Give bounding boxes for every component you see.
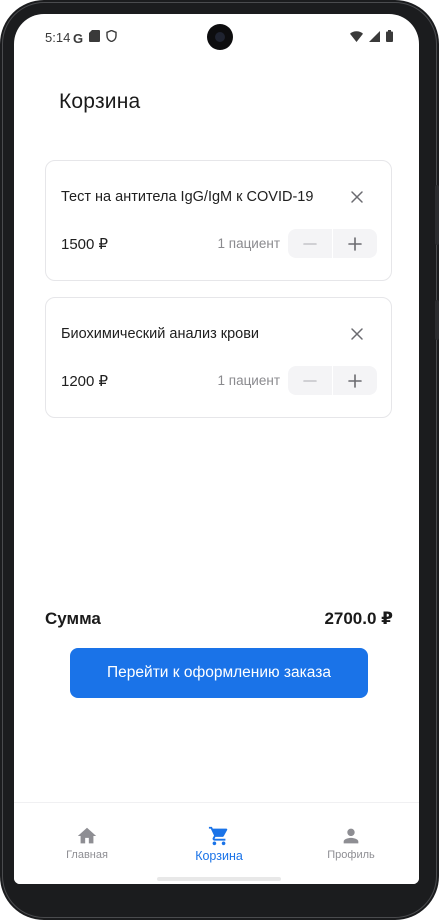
sum-value: 2700.0 ₽ — [324, 609, 393, 628]
cart-item-price: 1500 ₽ — [61, 236, 109, 253]
plus-icon — [348, 236, 362, 251]
quantity-stepper — [288, 229, 377, 258]
minus-icon — [303, 242, 317, 245]
nav-label-home: Главная — [66, 849, 108, 861]
status-notification-icons: G — [73, 29, 117, 47]
battery-icon — [386, 29, 393, 47]
profile-icon — [343, 828, 359, 844]
bottom-nav: Главная Корзина Профиль — [14, 802, 419, 884]
increase-button[interactable] — [333, 366, 377, 395]
nav-item-cart[interactable]: Корзина — [159, 803, 279, 873]
front-camera — [207, 24, 233, 50]
sum-label: Сумма — [45, 609, 101, 628]
cart-item: Биохимический анализ крови 1200 ₽ 1 паци… — [45, 297, 392, 418]
decrease-button[interactable] — [288, 229, 332, 258]
nav-item-home[interactable]: Главная — [27, 803, 147, 873]
shield-icon — [106, 29, 117, 47]
nav-item-profile[interactable]: Профиль — [291, 803, 411, 873]
quantity-stepper — [288, 366, 377, 395]
minus-icon — [303, 379, 317, 382]
signal-icon — [369, 29, 380, 47]
wifi-icon — [350, 29, 363, 47]
close-icon — [351, 191, 363, 203]
google-icon: G — [73, 30, 84, 46]
app-screen: 5:14 G Корзина Тест на антитела IgG/IgM … — [14, 14, 419, 884]
status-bar: 5:14 G — [14, 14, 419, 62]
power-button — [435, 300, 439, 340]
cart-item-quantity: 1 пациент — [217, 373, 281, 388]
remove-item-button[interactable] — [349, 189, 365, 205]
nav-label-profile: Профиль — [327, 849, 375, 861]
close-icon — [351, 328, 363, 340]
cart-item-price: 1200 ₽ — [61, 373, 109, 390]
status-time: 5:14 — [45, 30, 71, 45]
sd-card-icon — [89, 29, 101, 47]
home-icon — [77, 827, 97, 844]
cart-icon — [208, 826, 228, 846]
remove-item-button[interactable] — [349, 326, 365, 342]
nav-label-cart: Корзина — [195, 849, 243, 863]
phone-frame: 5:14 G Корзина Тест на антитела IgG/IgM … — [0, 0, 439, 920]
home-indicator[interactable] — [157, 877, 281, 881]
cart-item-quantity: 1 пациент — [217, 236, 281, 251]
page-title: Корзина — [59, 90, 141, 113]
increase-button[interactable] — [333, 229, 377, 258]
plus-icon — [348, 373, 362, 388]
decrease-button[interactable] — [288, 366, 332, 395]
cart-item-title: Биохимический анализ крови — [61, 326, 260, 342]
cart-item-title: Тест на антитела IgG/IgM к COVID-19 — [61, 189, 314, 205]
volume-button — [435, 185, 439, 245]
status-system-icons — [350, 29, 393, 47]
cart-item: Тест на антитела IgG/IgM к COVID-19 1500… — [45, 160, 392, 281]
checkout-button[interactable]: Перейти к оформлению заказа — [70, 648, 368, 698]
